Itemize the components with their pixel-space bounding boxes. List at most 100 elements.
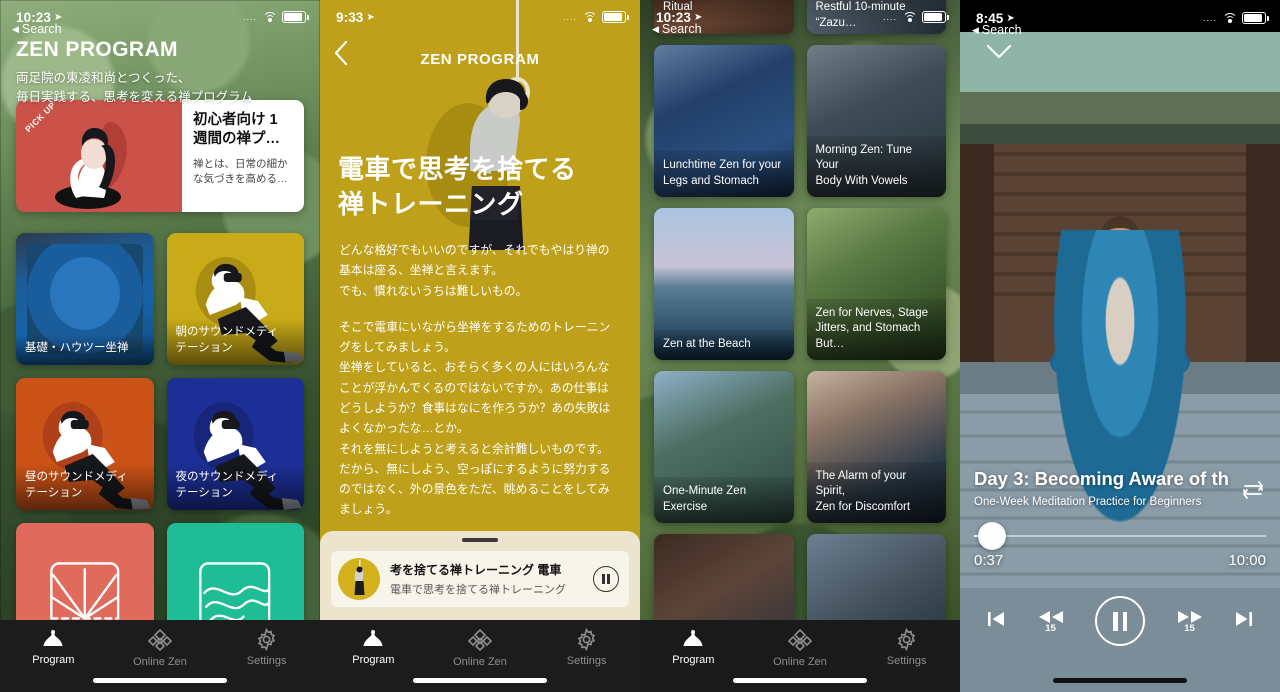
search-back-label: Search	[661, 22, 702, 36]
track-subtitle: One-Week Meditation Practice for Beginne…	[974, 496, 1202, 508]
detail-paragraph-2: そこで電車にいながら坐禅をするためのトレーニングをしてみましょう。 坐禅をしてい…	[339, 319, 611, 517]
page-subtitle: 両足院の東凌和尚とつくった、 毎日実践する、思考を変える禅プログラム	[16, 69, 304, 108]
home-indicator[interactable]	[413, 678, 547, 683]
home-indicator[interactable]	[733, 678, 867, 683]
tab-program[interactable]: Program	[320, 628, 427, 666]
detail-heading-line1: 電車で思考を捨てる	[338, 154, 577, 184]
pause-icon-bar	[607, 574, 610, 584]
pause-button[interactable]	[1095, 596, 1145, 646]
search-back-link[interactable]: ◀ Search	[652, 22, 702, 36]
card-caption: 基礎・ハウツー坐禅	[16, 334, 154, 365]
nav-title: ZEN PROGRAM	[420, 50, 540, 68]
mini-player-text: 考を捨てる禅トレーニング 電車 電車で思考を捨てる禅トレーニング	[390, 561, 583, 597]
mini-player-pause-button[interactable]	[593, 566, 619, 592]
program-card-morning-sound-meditation[interactable]: 朝のサウンドメディ テーション	[166, 233, 304, 365]
tab-label: Online Zen	[133, 656, 187, 668]
tab-online-zen[interactable]: Online Zen	[427, 628, 534, 668]
card-caption-line2: Zen for Discomfort	[815, 500, 911, 513]
back-triangle-icon: ◀	[652, 23, 659, 34]
gear-icon	[258, 628, 276, 651]
zen-card[interactable]: Lunchtime Zen for your Legs and Stomach	[654, 45, 794, 197]
card-caption-line1: 昼のサウンドメディ	[25, 471, 128, 484]
status-indicators: ....	[1203, 12, 1269, 24]
screenshot-stage: 10:23 ➤ .... ◀ Search ZEN PROGRAM 両足院の東凌…	[0, 0, 1280, 692]
zen-card-grid[interactable]: Evening Zen: Your New Ritual Skip the Na…	[654, 0, 946, 686]
repeat-button[interactable]	[1240, 478, 1266, 507]
forward-seconds-label: 15	[1184, 622, 1195, 634]
zen-card[interactable]: Zen at the Beach	[654, 208, 794, 360]
zen-card[interactable]: One-Minute Zen Exercise	[654, 371, 794, 523]
search-back-link[interactable]: ◀ Search	[12, 22, 62, 36]
next-track-button[interactable]	[1234, 609, 1254, 634]
tab-label: Program	[352, 654, 395, 666]
detail-body-text: どんな格好でもいいのですが、それでもやはり禅の基本は座る、坐禅と言えます。 でも…	[339, 240, 618, 520]
location-arrow-icon: ➤	[1006, 12, 1015, 24]
forward-15-button[interactable]: 15	[1175, 610, 1205, 634]
back-button[interactable]	[334, 40, 348, 71]
tab-program[interactable]: Program	[640, 628, 747, 666]
status-time-group: 9:33 ➤	[336, 10, 375, 25]
card-caption: The Alarm of your Spirit, Zen for Discom…	[806, 461, 946, 523]
pickup-text: 初心者向け 1 週間の禅プ… 禅とは、日常の細か な気づきを高める…	[182, 100, 304, 212]
card-caption: 夜のサウンドメディ テーション	[166, 463, 304, 510]
now-playing-meta: Day 3: Becoming Aware of th One-Week Med…	[974, 468, 1266, 508]
tab-settings[interactable]: Settings	[213, 628, 320, 667]
monk-meditating-photo	[960, 32, 1280, 692]
page-title: ZEN PROGRAM	[16, 38, 178, 61]
zen-card[interactable]: Morning Zen: Tune Your Body With Vowels	[806, 45, 946, 197]
bell-shape-icon	[43, 630, 63, 646]
program-card-zazen-basics[interactable]: 基礎・ハウツー坐禅	[16, 233, 154, 365]
zen-card[interactable]: The Alarm of your Spirit, Zen for Discom…	[806, 371, 946, 523]
mini-player-sheet[interactable]: 考を捨てる禅トレーニング 電車 電車で思考を捨てる禅トレーニング	[320, 531, 640, 620]
program-scroll-area[interactable]: PICK UP 初心者向け 1 週間の禅プ… 禅とは、日常の細か な気づきを高め…	[0, 100, 320, 692]
mini-player[interactable]: 考を捨てる禅トレーニング 電車 電車で思考を捨てる禅トレーニング	[331, 551, 629, 607]
tab-label: Settings	[566, 655, 607, 667]
tab-settings[interactable]: Settings	[533, 628, 640, 667]
home-indicator[interactable]	[93, 678, 227, 683]
card-caption-line2: Legs and Stomach	[663, 174, 759, 187]
mini-player-subtitle: 電車で思考を捨てる禅トレーニング	[390, 584, 566, 596]
total-duration: 10:00	[1228, 552, 1266, 569]
playback-controls: 15 15	[960, 596, 1280, 646]
panel-program-list: 10:23 ➤ .... ◀ Search ZEN PROGRAM 両足院の東凌…	[0, 0, 320, 692]
rewind-seconds-label: 15	[1045, 622, 1056, 634]
program-card-noon-sound-meditation[interactable]: 昼のサウンドメディ テーション	[16, 378, 154, 510]
pickup-card[interactable]: PICK UP 初心者向け 1 週間の禅プ… 禅とは、日常の細か な気づきを高め…	[16, 100, 304, 212]
close-player-button[interactable]	[986, 44, 1012, 65]
wifi-icon	[262, 11, 277, 23]
location-arrow-icon: ➤	[694, 11, 703, 23]
card-caption: 昼のサウンドメディ テーション	[16, 463, 154, 510]
back-triangle-icon: ◀	[12, 23, 19, 34]
card-caption-line2: テーション	[175, 487, 233, 500]
gear-icon	[578, 628, 596, 651]
wifi-icon	[902, 11, 917, 23]
pickup-body: 禅とは、日常の細か な気づきを高める…	[193, 157, 295, 187]
zen-card[interactable]: Zen for Nerves, Stage Jitters, and Stoma…	[806, 208, 946, 360]
previous-track-button[interactable]	[986, 609, 1006, 634]
bell-shape-icon	[683, 630, 703, 646]
home-indicator[interactable]	[1053, 678, 1187, 683]
rewind-15-button[interactable]: 15	[1036, 610, 1066, 634]
tab-label: Settings	[886, 655, 927, 667]
tab-online-zen[interactable]: Online Zen	[107, 628, 214, 668]
tab-label: Online Zen	[773, 656, 827, 668]
pickup-artwork: PICK UP	[16, 100, 182, 212]
gear-icon	[898, 628, 916, 651]
program-card-night-sound-meditation[interactable]: 夜のサウンドメディ テーション	[166, 378, 304, 510]
zen-knot-icon	[147, 628, 173, 652]
status-indicators: ....	[563, 11, 629, 23]
tab-program[interactable]: Program	[0, 628, 107, 666]
chevron-left-icon	[334, 40, 348, 66]
sheet-grabber[interactable]	[462, 538, 498, 542]
location-arrow-icon: ➤	[54, 11, 63, 23]
card-caption-line1: One-Minute Zen Exercise	[663, 485, 747, 513]
tab-settings[interactable]: Settings	[853, 628, 960, 667]
elapsed-time: 0:37	[974, 552, 1004, 569]
status-indicators: ....	[883, 11, 949, 23]
tab-online-zen[interactable]: Online Zen	[747, 628, 854, 668]
search-back-link[interactable]: ◀ Search	[972, 23, 1022, 37]
wifi-icon	[1222, 12, 1237, 24]
slider-knob[interactable]	[977, 522, 1006, 550]
playback-slider[interactable]	[974, 522, 1266, 552]
battery-icon	[922, 11, 949, 23]
